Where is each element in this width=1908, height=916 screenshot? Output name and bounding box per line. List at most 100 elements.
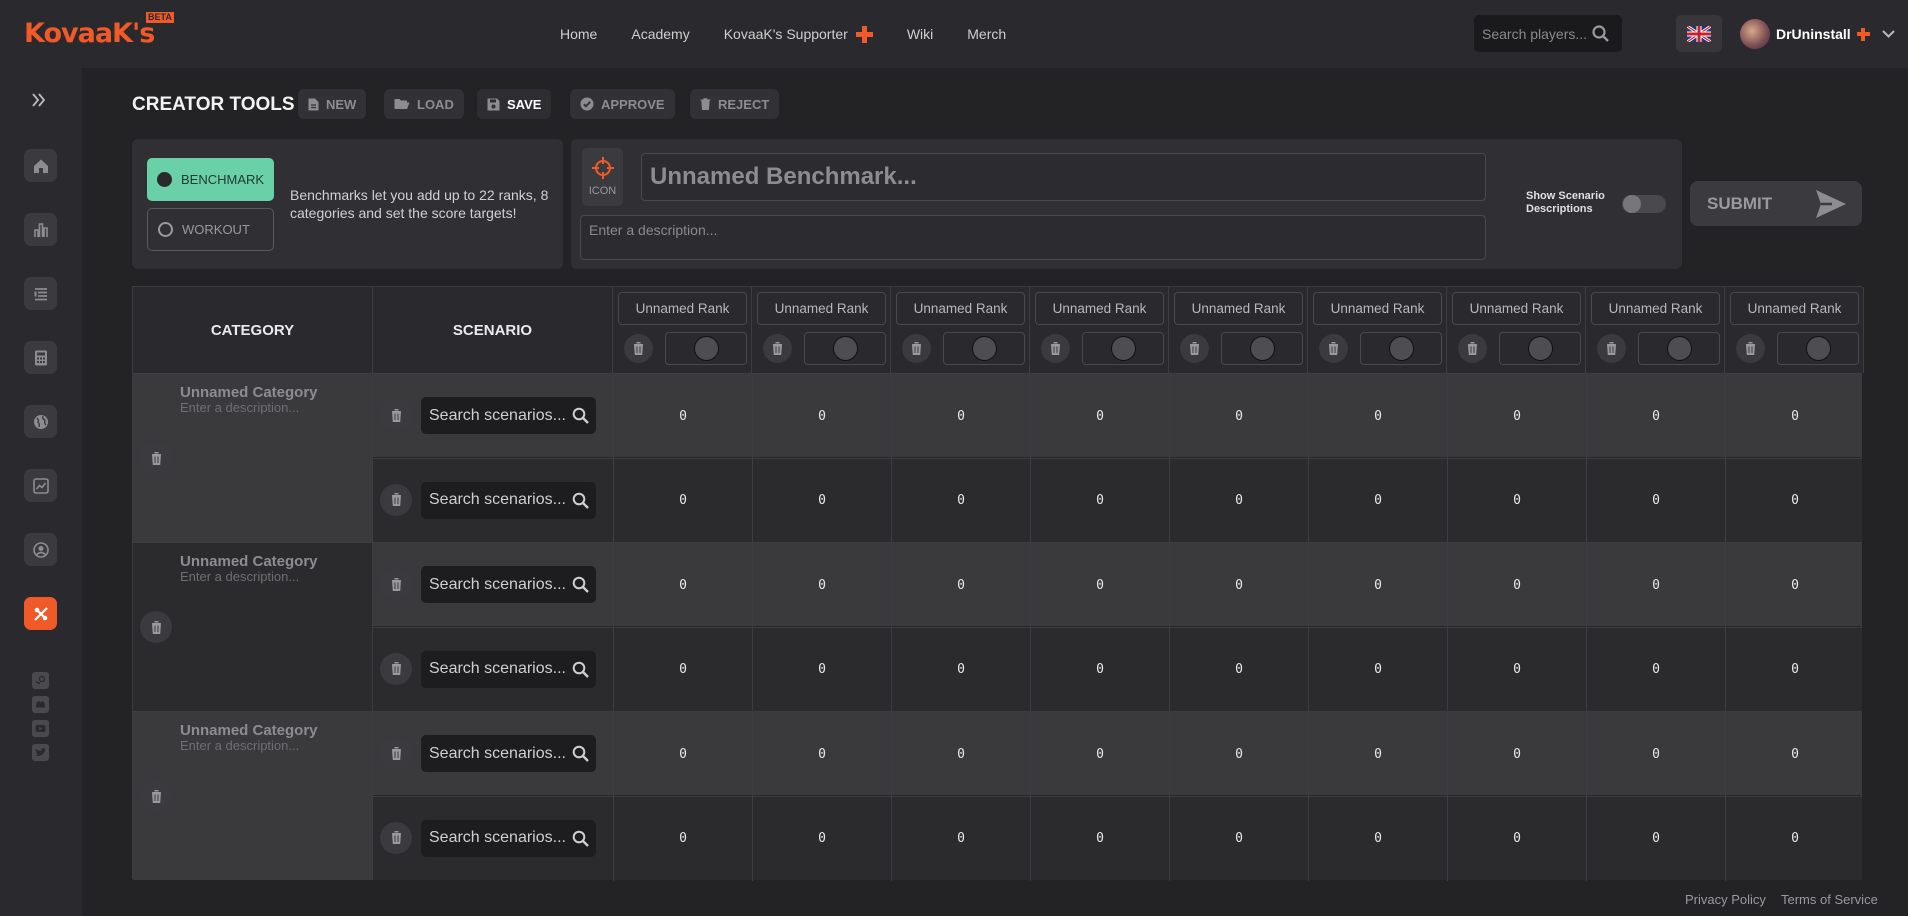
terms-of-service-link[interactable]: Terms of Service (1781, 892, 1878, 907)
score-target-cell[interactable]: 0 (613, 374, 752, 458)
score-target-cell[interactable]: 0 (1586, 458, 1725, 543)
new-button[interactable]: NEW (298, 89, 367, 119)
score-target-cell[interactable]: 0 (752, 458, 891, 543)
steam-icon[interactable] (32, 672, 49, 689)
score-target-cell[interactable]: 0 (891, 543, 1030, 627)
rank-color-picker[interactable] (804, 332, 886, 365)
score-target-cell[interactable]: 0 (1030, 712, 1169, 796)
delete-rank-button[interactable] (624, 334, 653, 363)
delete-rank-button[interactable] (763, 334, 792, 363)
rank-name-input[interactable]: Unnamed Rank (896, 292, 1025, 325)
scenario-search-input[interactable]: Search scenarios... (421, 397, 596, 434)
score-target-cell[interactable]: 0 (1308, 543, 1447, 627)
score-target-cell[interactable]: 0 (1030, 458, 1169, 543)
score-target-cell[interactable]: 0 (1169, 796, 1308, 881)
category-description-input[interactable]: Enter a description... (180, 400, 299, 415)
score-target-cell[interactable]: 0 (613, 796, 752, 881)
delete-rank-button[interactable] (1319, 334, 1348, 363)
rank-name-input[interactable]: Unnamed Rank (1035, 292, 1164, 325)
benchmark-name-input[interactable]: Unnamed Benchmark... (641, 153, 1486, 201)
score-target-cell[interactable]: 0 (1447, 458, 1586, 543)
sidebar-globe[interactable] (24, 405, 57, 438)
language-button[interactable] (1676, 15, 1722, 52)
score-target-cell[interactable]: 0 (1169, 374, 1308, 458)
score-target-cell[interactable]: 0 (752, 712, 891, 796)
score-target-cell[interactable]: 0 (1308, 458, 1447, 543)
score-target-cell[interactable]: 0 (891, 627, 1030, 712)
score-target-cell[interactable]: 0 (1169, 712, 1308, 796)
nav-supporter[interactable]: KovaaK's Supporter (724, 25, 873, 43)
benchmark-radio[interactable]: BENCHMARK (147, 158, 274, 201)
player-search[interactable] (1474, 15, 1622, 52)
sidebar-stats[interactable] (24, 213, 57, 246)
rank-name-input[interactable]: Unnamed Rank (618, 292, 747, 325)
score-target-cell[interactable]: 0 (1725, 627, 1864, 712)
score-target-cell[interactable]: 0 (1169, 627, 1308, 712)
rank-name-input[interactable]: Unnamed Rank (1452, 292, 1581, 325)
delete-scenario-button[interactable] (380, 821, 412, 854)
score-target-cell[interactable]: 0 (1447, 712, 1586, 796)
score-target-cell[interactable]: 0 (613, 712, 752, 796)
sidebar-calculator[interactable] (24, 341, 57, 374)
delete-scenario-button[interactable] (380, 399, 412, 431)
score-target-cell[interactable]: 0 (1030, 627, 1169, 712)
sidebar-creator-tools[interactable] (24, 597, 57, 630)
score-target-cell[interactable]: 0 (891, 796, 1030, 881)
user-menu[interactable]: DrUninstall (1740, 18, 1895, 50)
score-target-cell[interactable]: 0 (1308, 627, 1447, 712)
rank-name-input[interactable]: Unnamed Rank (1174, 292, 1303, 325)
nav-home[interactable]: Home (560, 26, 597, 42)
score-target-cell[interactable]: 0 (1308, 374, 1447, 458)
category-description-input[interactable]: Enter a description... (180, 569, 299, 584)
category-description-input[interactable]: Enter a description... (180, 738, 299, 753)
score-target-cell[interactable]: 0 (613, 627, 752, 712)
sidebar-progress[interactable] (24, 469, 57, 502)
score-target-cell[interactable]: 0 (1586, 543, 1725, 627)
rank-color-picker[interactable] (1360, 332, 1442, 365)
rank-color-picker[interactable] (1221, 332, 1303, 365)
nav-merch[interactable]: Merch (967, 26, 1006, 42)
category-name-input[interactable]: Unnamed Category (180, 722, 318, 739)
score-target-cell[interactable]: 0 (1725, 543, 1864, 627)
score-target-cell[interactable]: 0 (1725, 712, 1864, 796)
twitter-icon[interactable] (32, 744, 49, 761)
score-target-cell[interactable]: 0 (1586, 374, 1725, 458)
rank-color-picker[interactable] (1638, 332, 1720, 365)
delete-category-button[interactable] (140, 611, 172, 643)
score-target-cell[interactable]: 0 (1725, 458, 1864, 543)
delete-scenario-button[interactable] (380, 737, 412, 769)
score-target-cell[interactable]: 0 (1030, 543, 1169, 627)
rank-color-picker[interactable] (943, 332, 1025, 365)
show-scenario-descriptions-toggle[interactable] (1622, 195, 1666, 213)
score-target-cell[interactable]: 0 (1169, 458, 1308, 543)
rank-name-input[interactable]: Unnamed Rank (1730, 292, 1859, 325)
scenario-search-input[interactable]: Search scenarios... (421, 735, 596, 772)
scenario-search-input[interactable]: Search scenarios... (421, 566, 596, 603)
player-search-input[interactable] (1482, 25, 1592, 42)
score-target-cell[interactable]: 0 (1030, 796, 1169, 881)
score-target-cell[interactable]: 0 (1586, 627, 1725, 712)
score-target-cell[interactable]: 0 (1030, 374, 1169, 458)
score-target-cell[interactable]: 0 (891, 458, 1030, 543)
nav-wiki[interactable]: Wiki (907, 26, 933, 42)
kovaaks-logo[interactable]: KovaaK's (24, 18, 155, 49)
score-target-cell[interactable]: 0 (613, 543, 752, 627)
rank-color-picker[interactable] (1082, 332, 1164, 365)
score-target-cell[interactable]: 0 (1447, 543, 1586, 627)
rank-name-input[interactable]: Unnamed Rank (1313, 292, 1442, 325)
workout-radio[interactable]: WORKOUT (147, 208, 274, 251)
rank-color-picker[interactable] (1777, 332, 1859, 365)
delete-category-button[interactable] (140, 780, 172, 812)
score-target-cell[interactable]: 0 (752, 374, 891, 458)
scenario-search-input[interactable]: Search scenarios... (421, 819, 596, 857)
rank-name-input[interactable]: Unnamed Rank (757, 292, 886, 325)
sidebar-home[interactable] (24, 149, 57, 182)
sidebar-list[interactable] (24, 277, 57, 310)
score-target-cell[interactable]: 0 (1308, 796, 1447, 881)
delete-rank-button[interactable] (1597, 334, 1626, 363)
delete-scenario-button[interactable] (380, 483, 412, 516)
score-target-cell[interactable]: 0 (752, 796, 891, 881)
score-target-cell[interactable]: 0 (1169, 543, 1308, 627)
delete-rank-button[interactable] (902, 334, 931, 363)
rank-color-picker[interactable] (665, 332, 747, 365)
